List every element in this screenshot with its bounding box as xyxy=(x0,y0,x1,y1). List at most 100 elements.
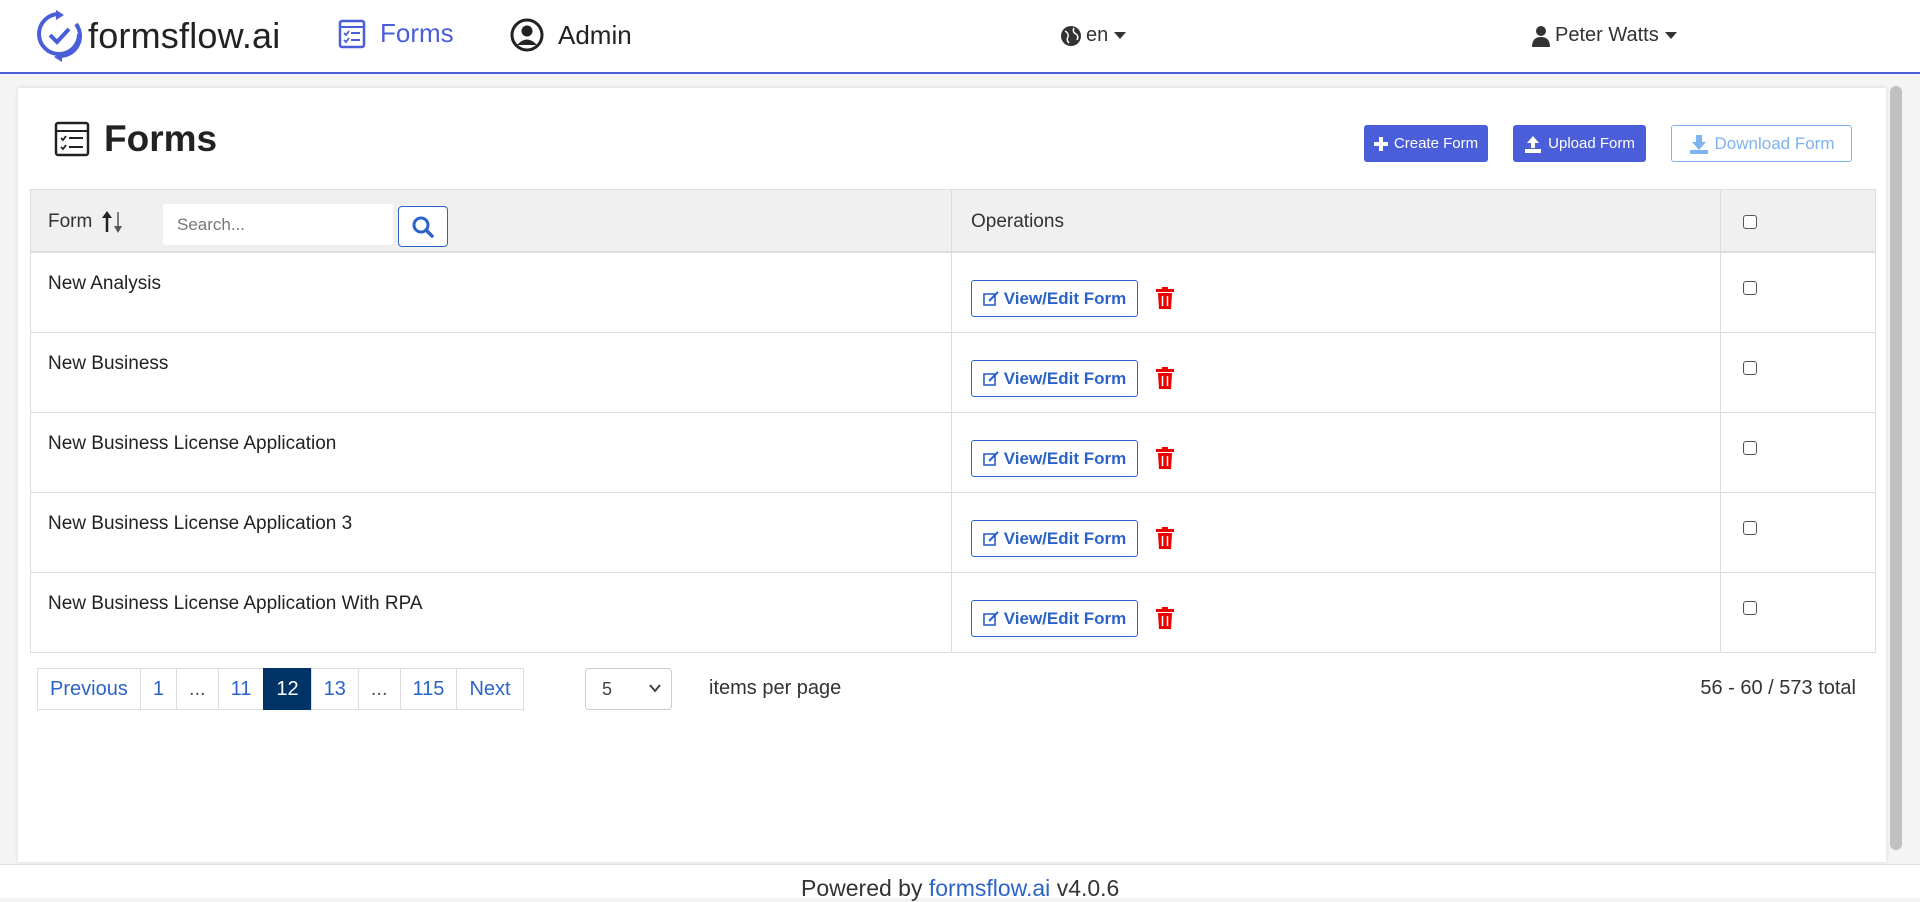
view-edit-form-button[interactable]: View/Edit Form xyxy=(971,600,1138,637)
globe-icon xyxy=(1061,25,1081,46)
user-icon xyxy=(1532,25,1550,47)
pagination-page[interactable]: 13 xyxy=(310,668,359,710)
view-edit-label: View/Edit Form xyxy=(1003,448,1127,468)
search-button[interactable] xyxy=(398,206,448,247)
column-divider xyxy=(1720,573,1721,652)
table-row: New Business License Application 3 View/… xyxy=(30,493,1876,573)
edit-icon xyxy=(982,450,999,466)
pagination-previous[interactable]: Previous xyxy=(37,668,141,710)
row-checkbox[interactable] xyxy=(1743,361,1757,375)
forms-table: Form Operations New Analysis View/Edit F… xyxy=(30,189,1876,653)
plus-icon xyxy=(1373,136,1388,151)
scrollbar[interactable] xyxy=(1890,86,1902,850)
upload-form-label: Upload Form xyxy=(1548,135,1635,152)
upload-form-button[interactable]: Upload Form xyxy=(1513,125,1646,162)
edit-icon xyxy=(982,610,999,626)
view-edit-label: View/Edit Form xyxy=(1003,528,1127,548)
delete-trash-icon[interactable] xyxy=(1156,287,1174,309)
view-edit-label: View/Edit Form xyxy=(1003,608,1127,628)
select-all-checkbox[interactable] xyxy=(1743,215,1757,229)
column-divider xyxy=(951,493,952,572)
footer-link[interactable]: formsflow.ai xyxy=(929,875,1050,901)
form-name: New Analysis xyxy=(48,273,161,294)
forms-icon xyxy=(338,19,366,48)
edit-icon xyxy=(982,370,999,386)
chevron-down-icon xyxy=(649,684,661,693)
pagination-ellipsis: ... xyxy=(175,668,219,710)
forms-icon xyxy=(54,121,90,157)
search-input[interactable] xyxy=(163,204,393,245)
nav-admin[interactable]: Admin xyxy=(510,18,632,52)
row-checkbox[interactable] xyxy=(1743,441,1757,455)
page-title-text: Forms xyxy=(104,118,218,159)
column-divider xyxy=(951,190,952,251)
delete-trash-icon[interactable] xyxy=(1156,527,1174,549)
items-per-page-select[interactable]: 5 xyxy=(585,668,672,710)
user-dropdown[interactable]: Peter Watts xyxy=(1532,24,1677,47)
view-edit-form-button[interactable]: View/Edit Form xyxy=(971,520,1138,557)
view-edit-form-button[interactable]: View/Edit Form xyxy=(971,280,1138,317)
row-checkbox[interactable] xyxy=(1743,521,1757,535)
user-circle-icon xyxy=(510,18,544,52)
column-divider xyxy=(1720,190,1721,251)
pagination-page[interactable]: 11 xyxy=(217,668,265,710)
caret-down-icon xyxy=(1114,32,1127,39)
search-icon xyxy=(412,216,434,238)
nav-admin-label: Admin xyxy=(558,19,632,50)
view-edit-label: View/Edit Form xyxy=(1003,368,1127,388)
formsflow-logo-icon xyxy=(37,10,82,62)
footer-version: v4.0.6 xyxy=(1056,875,1120,901)
download-form-label: Download Form xyxy=(1714,133,1835,153)
view-edit-form-button[interactable]: View/Edit Form xyxy=(971,440,1138,477)
download-form-button[interactable]: Download Form xyxy=(1671,125,1852,162)
items-per-page-label: items per page xyxy=(709,677,842,699)
top-navbar: formsflow.ai Forms Admin en Peter Watts xyxy=(0,0,1920,74)
table-header: Form Operations xyxy=(30,190,1876,253)
table-row: New Analysis View/Edit Form xyxy=(30,253,1876,333)
pagination-page-active[interactable]: 12 xyxy=(263,668,312,710)
sort-icon[interactable] xyxy=(100,211,126,233)
upload-icon xyxy=(1525,135,1542,153)
download-icon xyxy=(1689,134,1708,154)
footer-text: Powered by formsflow.ai v4.0.6 xyxy=(801,875,1119,902)
page-title: Forms xyxy=(54,118,217,160)
pagination-page[interactable]: 115 xyxy=(399,668,458,710)
footer: Powered by formsflow.ai v4.0.6 xyxy=(0,864,1920,901)
column-divider xyxy=(951,573,952,652)
pagination: Previous 1 ... 11 12 13 ... 115 Next xyxy=(37,668,524,710)
create-form-button[interactable]: Create Form xyxy=(1364,125,1488,162)
items-per-page-value: 5 xyxy=(602,678,613,699)
language-label: en xyxy=(1086,24,1109,46)
language-dropdown[interactable]: en xyxy=(1060,24,1127,47)
column-divider xyxy=(951,253,952,332)
column-divider xyxy=(1720,413,1721,492)
table-row: New Business License Application View/Ed… xyxy=(30,413,1876,493)
row-checkbox[interactable] xyxy=(1743,601,1757,615)
row-checkbox[interactable] xyxy=(1743,281,1757,295)
delete-trash-icon[interactable] xyxy=(1156,607,1174,629)
column-divider xyxy=(1720,493,1721,572)
column-divider xyxy=(1720,333,1721,412)
delete-trash-icon[interactable] xyxy=(1156,447,1174,469)
form-name: New Business License Application xyxy=(48,433,337,454)
nav-forms[interactable]: Forms xyxy=(338,18,454,49)
delete-trash-icon[interactable] xyxy=(1156,367,1174,389)
column-divider xyxy=(1720,253,1721,332)
user-name: Peter Watts xyxy=(1555,24,1659,46)
pagination-next[interactable]: Next xyxy=(456,668,524,710)
brand-name: formsflow.ai xyxy=(88,15,281,56)
pagination-page[interactable]: 1 xyxy=(139,668,177,710)
column-header-operations: Operations xyxy=(971,211,1064,232)
table-row: New Business View/Edit Form xyxy=(30,333,1876,413)
form-name: New Business License Application 3 xyxy=(48,513,353,534)
column-form-label: Form xyxy=(48,211,93,232)
brand[interactable]: formsflow.ai xyxy=(36,10,280,62)
view-edit-label: View/Edit Form xyxy=(1003,288,1127,308)
view-edit-form-button[interactable]: View/Edit Form xyxy=(971,360,1138,397)
column-header-form[interactable]: Form xyxy=(48,211,126,233)
column-divider xyxy=(951,413,952,492)
caret-down-icon xyxy=(1664,32,1677,39)
pagination-total: 56 - 60 / 573 total xyxy=(1700,677,1856,699)
form-name: New Business xyxy=(48,353,169,374)
create-form-label: Create Form xyxy=(1393,135,1479,152)
